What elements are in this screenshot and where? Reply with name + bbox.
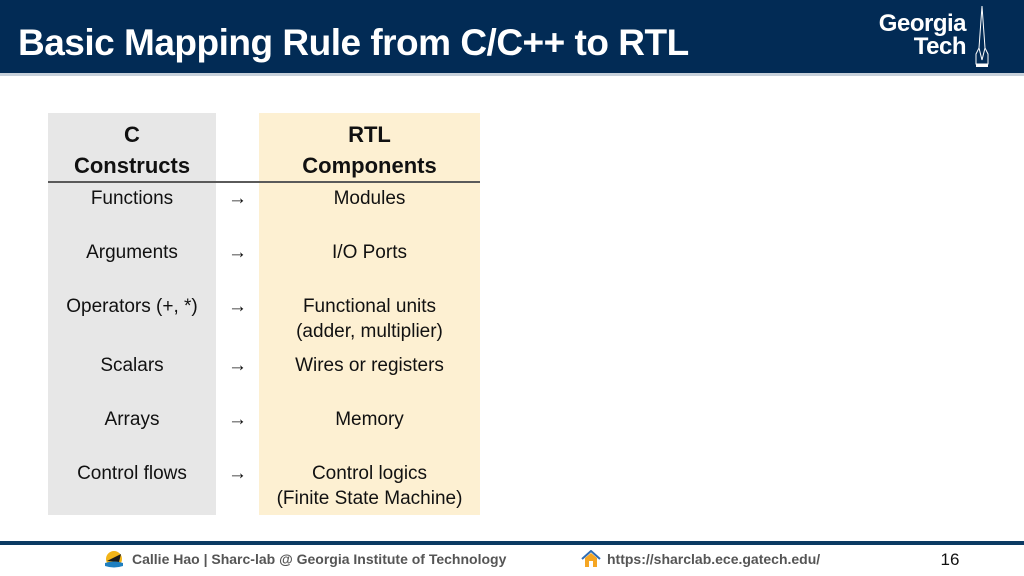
- rtl-components-header: RTL Components: [259, 119, 480, 181]
- arrow-icon: →: [228, 355, 247, 376]
- page-number: 16: [940, 550, 960, 569]
- rtl-component-cell: I/O Ports: [259, 240, 480, 265]
- rtl-component-cell: Control logics (Finite State Machine): [259, 461, 480, 511]
- cell-line: Control logics: [311, 463, 428, 484]
- cell-line: I/O Ports: [332, 242, 407, 263]
- header-line: Components: [302, 153, 437, 178]
- footer-divider: [0, 541, 1024, 545]
- arrow-icon: →: [228, 188, 247, 209]
- rtl-component-cell: Memory: [259, 407, 480, 432]
- georgia-tech-logo: Georgia Tech: [848, 5, 998, 70]
- c-construct-cell: Control flows: [77, 463, 187, 484]
- sharc-lab-logo-icon: [105, 551, 123, 568]
- footer-author-text: Callie Hao | Sharc-lab @ Georgia Institu…: [132, 551, 507, 567]
- arrow-icon: →: [228, 242, 247, 263]
- c-construct-cell: Operators (+, *): [66, 296, 198, 317]
- cell-line: (Finite State Machine): [276, 488, 463, 509]
- arrow-icon: →: [228, 463, 247, 484]
- arrow-icon: →: [228, 409, 247, 430]
- cell-line: (adder, multiplier): [296, 321, 443, 342]
- cell-line: Functional units: [302, 296, 437, 317]
- rtl-component-cell: Wires or registers: [259, 353, 480, 378]
- logo-text: Georgia Tech: [878, 10, 967, 60]
- footer-author: Callie Hao | Sharc-lab @ Georgia Institu…: [104, 549, 506, 569]
- cell-line: Memory: [335, 409, 404, 430]
- tech-tower-icon: [975, 5, 989, 67]
- header-divider: [0, 73, 1024, 76]
- logo-line-1: Georgia: [878, 10, 967, 37]
- c-construct-cell: Scalars: [100, 355, 164, 376]
- header-line: RTL: [348, 122, 391, 147]
- slide-title: Basic Mapping Rule from C/C++ to RTL: [18, 22, 689, 63]
- header-rule: [48, 181, 480, 183]
- home-icon: [581, 550, 601, 567]
- c-construct-cell: Arrays: [104, 409, 160, 430]
- rtl-component-cell: Functional units (adder, multiplier): [259, 294, 480, 344]
- logo-line-2: Tech: [913, 33, 967, 60]
- footer-url[interactable]: https://sharclab.ece.gatech.edu/: [607, 551, 820, 567]
- header-line: Constructs: [73, 153, 191, 178]
- c-constructs-header: C Constructs: [48, 119, 216, 181]
- arrow-icon: →: [228, 296, 247, 317]
- c-construct-cell: Arguments: [86, 242, 178, 263]
- rtl-component-cell: Modules: [259, 186, 480, 211]
- header-line: C: [124, 122, 140, 147]
- footer-link[interactable]: https://sharclab.ece.gatech.edu/: [581, 549, 820, 569]
- c-construct-cell: Functions: [90, 188, 174, 209]
- cell-line: Wires or registers: [295, 355, 444, 376]
- cell-line: Modules: [333, 188, 406, 209]
